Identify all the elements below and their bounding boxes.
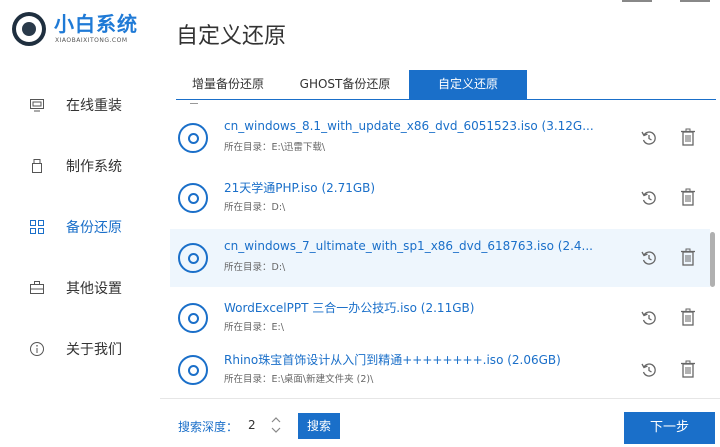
file-name: cn_windows_8.1_with_update_x86_dvd_60515… <box>224 119 594 133</box>
trash-icon[interactable] <box>680 248 696 266</box>
sidebar-item-other-settings[interactable]: 其他设置 <box>0 257 160 318</box>
sidebar-nav: 在线重装 制作系统 备份还原 其他设置 关于我们 <box>0 74 160 379</box>
disc-icon <box>178 303 208 333</box>
restore-icon[interactable] <box>640 249 658 267</box>
window-control-close[interactable] <box>680 0 710 2</box>
logo-subtitle: XIAOBAIXITONG.COM <box>55 37 128 44</box>
briefcase-icon <box>29 280 45 296</box>
trash-icon[interactable] <box>680 308 696 326</box>
info-icon <box>29 341 45 357</box>
monitor-icon <box>29 97 45 113</box>
disc-icon <box>178 355 208 385</box>
file-directory: 所在目录：D:\ <box>224 202 286 213</box>
trash-icon[interactable] <box>680 360 696 378</box>
sidebar-item-make-system[interactable]: 制作系统 <box>0 135 160 196</box>
file-name: Rhino珠宝首饰设计从入门到精通++++++++.iso (2.06GB) <box>224 353 561 367</box>
restore-icon[interactable] <box>640 129 658 147</box>
file-name: cn_windows_7_ultimate_with_sp1_x86_dvd_6… <box>224 239 593 253</box>
grid-icon <box>29 219 45 235</box>
next-step-button[interactable]: 下一步 <box>624 412 715 444</box>
file-directory: 所在目录：E:\ <box>224 322 284 333</box>
file-name: 21天学通PHP.iso (2.71GB) <box>224 181 376 195</box>
file-directory: 所在目录：D:\ <box>224 262 286 273</box>
trash-icon[interactable] <box>680 188 696 206</box>
restore-icon[interactable] <box>640 361 658 379</box>
search-depth-label: 搜索深度： <box>178 420 239 434</box>
sidebar-item-label: 其他设置 <box>66 280 122 297</box>
sidebar-item-about-us[interactable]: 关于我们 <box>0 318 160 379</box>
list-item[interactable]: cn_windows_7_ultimate_with_sp1_x86_dvd_6… <box>170 229 710 287</box>
window-control-minimize[interactable] <box>622 0 652 2</box>
restore-icon[interactable] <box>640 189 658 207</box>
sidebar-item-online-reinstall[interactable]: 在线重装 <box>0 74 160 135</box>
logo-title: 小白系统 <box>54 12 138 36</box>
sidebar-item-label: 备份还原 <box>66 219 122 236</box>
list-item[interactable]: Rhino珠宝首饰设计从入门到精通++++++++.iso (2.06GB) 所… <box>170 341 710 399</box>
logo: 小白系统 XIAOBAIXITONG.COM <box>10 8 160 50</box>
tab-underline <box>176 99 716 100</box>
list-item[interactable]: WordExcelPPT 三合一办公技巧.iso (2.11GB) 所在目录：E… <box>170 289 710 347</box>
tab-custom-restore[interactable]: 自定义还原 <box>409 70 527 100</box>
divider <box>160 398 720 399</box>
sidebar-item-label: 关于我们 <box>66 341 122 358</box>
search-depth-stepper[interactable] <box>270 414 282 436</box>
page-title: 自定义还原 <box>176 24 287 49</box>
sidebar-item-label: 在线重装 <box>66 97 122 114</box>
file-directory: 所在目录：E:\桌面\新建文件夹 (2)\ <box>224 374 374 385</box>
list-item[interactable]: 21天学通PHP.iso (2.71GB) 所在目录：D:\ <box>170 169 710 227</box>
divider <box>190 103 198 104</box>
restore-icon[interactable] <box>640 309 658 327</box>
logo-mark-icon <box>12 12 46 46</box>
disc-icon <box>178 123 208 153</box>
disc-icon <box>178 183 208 213</box>
file-directory: 所在目录：E:\迅雷下载\ <box>224 142 326 153</box>
search-button[interactable]: 搜索 <box>298 413 340 439</box>
tab-incremental-restore[interactable]: 增量备份还原 <box>176 70 280 100</box>
disc-icon <box>178 243 208 273</box>
scrollbar-thumb[interactable] <box>710 232 715 287</box>
file-name: WordExcelPPT 三合一办公技巧.iso (2.11GB) <box>224 301 475 315</box>
file-list: cn_windows_8.1_with_update_x86_dvd_60515… <box>170 101 720 399</box>
sidebar-item-backup-restore[interactable]: 备份还原 <box>0 196 160 257</box>
sidebar: 小白系统 XIAOBAIXITONG.COM 在线重装 制作系统 备份还原 其他… <box>0 0 160 447</box>
sidebar-item-label: 制作系统 <box>66 158 122 175</box>
tab-ghost-restore[interactable]: GHOST备份还原 <box>286 70 404 100</box>
usb-drive-icon <box>29 158 45 174</box>
list-item[interactable]: cn_windows_8.1_with_update_x86_dvd_60515… <box>170 109 710 167</box>
trash-icon[interactable] <box>680 128 696 146</box>
